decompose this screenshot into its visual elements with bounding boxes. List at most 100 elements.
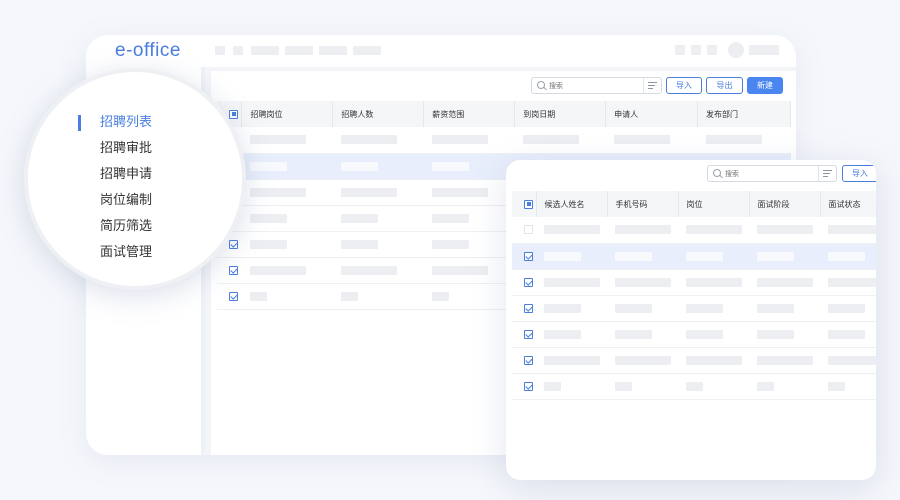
cell-placeholder xyxy=(340,239,378,249)
cell-placeholder xyxy=(544,303,581,313)
cell-placeholder xyxy=(686,355,742,365)
table-row[interactable] xyxy=(512,347,876,374)
menu-item-recruitment-approval[interactable]: 招聘审批 xyxy=(76,136,152,162)
column-header[interactable]: 薪资范围 xyxy=(423,101,516,127)
search-box[interactable] xyxy=(707,165,837,182)
table-row[interactable] xyxy=(512,243,876,270)
nav-item-placeholder[interactable] xyxy=(251,46,279,55)
cell-placeholder xyxy=(340,291,358,301)
header-icon-placeholder[interactable] xyxy=(675,45,685,55)
column-header[interactable]: 招聘岗位 xyxy=(241,101,334,127)
table-row[interactable] xyxy=(217,127,791,154)
cell-placeholder xyxy=(431,213,469,223)
filter-icon[interactable] xyxy=(818,166,836,181)
cell-placeholder xyxy=(615,303,652,313)
column-header[interactable]: 候选人姓名 xyxy=(536,191,608,217)
column-header[interactable]: 申请人 xyxy=(605,101,699,127)
menu-item-resume-screening[interactable]: 简历筛选 xyxy=(76,214,152,240)
nav-item-placeholder[interactable] xyxy=(353,46,381,55)
search-input[interactable] xyxy=(549,81,643,90)
row-checkbox[interactable] xyxy=(524,225,533,235)
menu-item-recruitment-list[interactable]: 招聘列表 xyxy=(76,110,152,136)
row-checkbox[interactable] xyxy=(524,303,533,313)
cell-placeholder xyxy=(615,381,632,391)
cell-placeholder xyxy=(249,265,306,275)
cell-placeholder xyxy=(544,277,600,287)
select-all-checkbox[interactable] xyxy=(229,109,238,119)
export-button[interactable]: 导出 xyxy=(706,77,743,94)
column-header[interactable]: 面试阶段 xyxy=(749,191,821,217)
cell-placeholder xyxy=(544,329,581,339)
menu-item-position-staffing[interactable]: 岗位编制 xyxy=(76,188,152,214)
column-header[interactable]: 发布部门 xyxy=(697,101,791,127)
cell-placeholder xyxy=(757,251,794,261)
cell-placeholder xyxy=(249,291,267,301)
row-checkbox[interactable] xyxy=(229,239,238,249)
cell-placeholder xyxy=(686,277,742,287)
cell-placeholder xyxy=(431,161,469,171)
cell-placeholder xyxy=(828,355,876,365)
cell-placeholder xyxy=(544,381,561,391)
import-button[interactable]: 导入 xyxy=(666,77,702,94)
cell-placeholder xyxy=(340,161,378,171)
cell-placeholder xyxy=(686,303,723,313)
header-icon-placeholder[interactable] xyxy=(707,45,717,55)
column-header[interactable]: 招聘人数 xyxy=(332,101,425,127)
nav-item-placeholder[interactable] xyxy=(319,46,347,55)
cell-placeholder xyxy=(613,135,670,145)
row-checkbox[interactable] xyxy=(524,329,533,339)
cell-placeholder xyxy=(705,135,762,145)
search-icon xyxy=(535,79,549,93)
title-bar: e-office xyxy=(86,35,796,67)
header-icon-placeholder[interactable] xyxy=(691,45,701,55)
row-checkbox[interactable] xyxy=(229,265,238,275)
candidate-window: 导入 候选人姓名 手机号码 岗位 面试阶段 面试状态 xyxy=(506,160,876,480)
cell-placeholder xyxy=(544,251,581,261)
select-all-checkbox[interactable] xyxy=(524,199,533,209)
create-button[interactable]: 新建 xyxy=(747,77,783,94)
avatar[interactable] xyxy=(728,42,744,58)
row-checkbox[interactable] xyxy=(524,355,533,365)
cell-placeholder xyxy=(340,213,378,223)
app-logo: e-office xyxy=(115,40,181,61)
cell-placeholder xyxy=(340,187,397,197)
cell-placeholder xyxy=(757,355,813,365)
search-box[interactable] xyxy=(531,77,662,94)
cell-placeholder xyxy=(828,225,876,235)
toolbar: 导入 导出 新建 xyxy=(211,71,796,101)
table-row[interactable] xyxy=(512,373,876,400)
cell-placeholder xyxy=(757,225,813,235)
cell-placeholder xyxy=(757,303,794,313)
table-header-row: 候选人姓名 手机号码 岗位 面试阶段 面试状态 xyxy=(512,191,876,217)
filter-icon[interactable] xyxy=(643,78,661,93)
menu-item-recruitment-application[interactable]: 招聘申请 xyxy=(76,162,152,188)
table-header-row: 招聘岗位 招聘人数 薪资范围 到岗日期 申请人 发布部门 xyxy=(217,101,791,127)
import-button[interactable]: 导入 xyxy=(842,165,876,182)
row-checkbox[interactable] xyxy=(229,291,238,301)
table-row[interactable] xyxy=(512,295,876,322)
nav-item-placeholder[interactable] xyxy=(285,46,313,55)
row-checkbox[interactable] xyxy=(524,277,533,287)
table-row[interactable] xyxy=(512,269,876,296)
search-input[interactable] xyxy=(725,169,818,178)
cell-placeholder xyxy=(544,355,600,365)
cell-placeholder xyxy=(431,239,469,249)
table-row[interactable] xyxy=(512,321,876,348)
menu-item-interview-management[interactable]: 面试管理 xyxy=(76,240,152,266)
row-checkbox[interactable] xyxy=(524,381,533,391)
column-header[interactable]: 面试状态 xyxy=(820,191,876,217)
column-header[interactable]: 岗位 xyxy=(678,191,750,217)
username-placeholder[interactable] xyxy=(749,45,779,55)
cell-placeholder xyxy=(431,291,449,301)
column-header[interactable]: 手机号码 xyxy=(607,191,679,217)
table-row[interactable] xyxy=(512,217,876,244)
nav-item-placeholder[interactable] xyxy=(215,46,225,55)
cell-placeholder xyxy=(340,135,397,145)
select-all-cell[interactable] xyxy=(512,191,537,217)
row-checkbox[interactable] xyxy=(524,251,533,261)
candidate-table: 候选人姓名 手机号码 岗位 面试阶段 面试状态 xyxy=(512,191,876,400)
cell-placeholder xyxy=(249,161,287,171)
column-header[interactable]: 到岗日期 xyxy=(514,101,607,127)
cell-placeholder xyxy=(828,381,845,391)
nav-item-placeholder[interactable] xyxy=(233,46,243,55)
